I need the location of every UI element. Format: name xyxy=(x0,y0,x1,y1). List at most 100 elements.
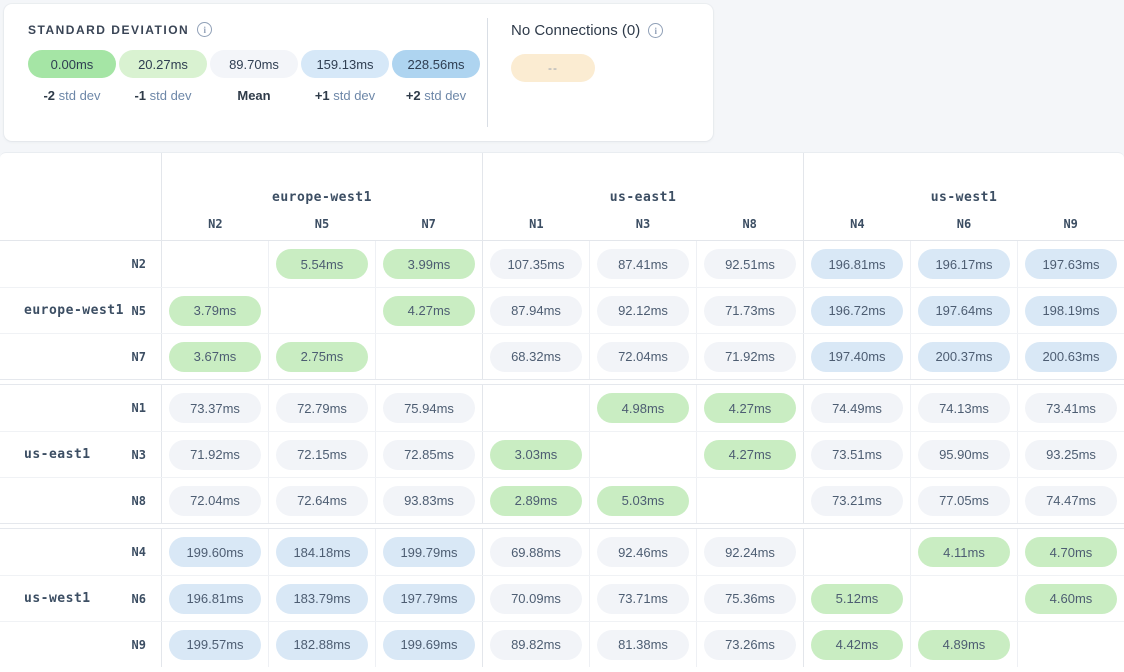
column-group-header: us-west1N4N6N9 xyxy=(803,153,1124,240)
latency-pill[interactable]: 4.11ms xyxy=(918,537,1010,567)
node-row-label[interactable]: N2 xyxy=(132,257,161,271)
latency-pill[interactable]: 69.88ms xyxy=(490,537,582,567)
latency-pill[interactable]: 72.04ms xyxy=(169,486,261,516)
region-column-label: us-west1 xyxy=(804,153,1124,209)
latency-pill[interactable]: 184.18ms xyxy=(276,537,368,567)
latency-pill[interactable]: 73.71ms xyxy=(597,584,689,614)
latency-pill[interactable]: 4.60ms xyxy=(1025,584,1117,614)
latency-cell: 198.19ms xyxy=(1017,288,1124,333)
node-row-label[interactable]: N9 xyxy=(132,638,161,652)
latency-pill[interactable]: 70.09ms xyxy=(490,584,582,614)
node-row-label[interactable]: N3 xyxy=(132,448,161,462)
latency-pill[interactable]: 3.67ms xyxy=(169,342,261,372)
node-column-label[interactable]: N7 xyxy=(375,209,482,231)
latency-pill[interactable]: 2.89ms xyxy=(490,486,582,516)
node-row-label[interactable]: N8 xyxy=(132,494,161,508)
latency-cell: 73.41ms xyxy=(1017,385,1124,431)
node-row-label[interactable]: N1 xyxy=(132,401,161,415)
latency-pill[interactable]: 71.73ms xyxy=(704,296,796,326)
latency-pill[interactable]: 198.19ms xyxy=(1025,296,1117,326)
node-column-label[interactable]: N9 xyxy=(1017,209,1124,231)
latency-pill[interactable]: 93.25ms xyxy=(1025,440,1117,470)
latency-pill[interactable]: 196.72ms xyxy=(811,296,903,326)
latency-pill[interactable]: 74.49ms xyxy=(811,393,903,423)
latency-pill[interactable]: 197.64ms xyxy=(918,296,1010,326)
latency-pill[interactable]: 199.69ms xyxy=(383,630,475,660)
latency-pill[interactable]: 199.79ms xyxy=(383,537,475,567)
column-group-header: us-east1N1N3N8 xyxy=(482,153,803,240)
latency-pill[interactable]: 4.27ms xyxy=(383,296,475,326)
latency-pill[interactable]: 197.63ms xyxy=(1025,249,1117,279)
latency-pill[interactable]: 71.92ms xyxy=(704,342,796,372)
latency-pill[interactable]: 75.36ms xyxy=(704,584,796,614)
latency-pill[interactable]: 4.70ms xyxy=(1025,537,1117,567)
latency-pill[interactable]: 87.94ms xyxy=(490,296,582,326)
latency-pill[interactable]: 72.79ms xyxy=(276,393,368,423)
latency-pill[interactable]: 5.12ms xyxy=(811,584,903,614)
latency-pill[interactable]: 77.05ms xyxy=(918,486,1010,516)
node-column-label[interactable]: N2 xyxy=(162,209,269,231)
latency-pill[interactable]: 74.47ms xyxy=(1025,486,1117,516)
node-column-label[interactable]: N4 xyxy=(804,209,911,231)
latency-pill[interactable]: 73.21ms xyxy=(811,486,903,516)
latency-pill[interactable]: 71.92ms xyxy=(169,440,261,470)
latency-pill[interactable]: 92.46ms xyxy=(597,537,689,567)
latency-pill[interactable]: 3.79ms xyxy=(169,296,261,326)
latency-pill[interactable]: 4.98ms xyxy=(597,393,689,423)
row-header: europe-west1N5 xyxy=(0,288,161,333)
latency-pill[interactable]: 87.41ms xyxy=(597,249,689,279)
latency-pill[interactable]: 95.90ms xyxy=(918,440,1010,470)
node-column-label[interactable]: N8 xyxy=(696,209,803,231)
latency-pill[interactable]: 2.75ms xyxy=(276,342,368,372)
latency-pill[interactable]: 5.54ms xyxy=(276,249,368,279)
node-column-label[interactable]: N3 xyxy=(590,209,697,231)
latency-pill[interactable]: 73.41ms xyxy=(1025,393,1117,423)
latency-pill[interactable]: 81.38ms xyxy=(597,630,689,660)
latency-pill[interactable]: 4.42ms xyxy=(811,630,903,660)
latency-pill[interactable]: 75.94ms xyxy=(383,393,475,423)
latency-pill[interactable]: 93.83ms xyxy=(383,486,475,516)
std-dev-info-icon[interactable]: i xyxy=(197,22,212,37)
latency-pill[interactable]: 183.79ms xyxy=(276,584,368,614)
latency-pill[interactable]: 200.63ms xyxy=(1025,342,1117,372)
latency-pill[interactable]: 182.88ms xyxy=(276,630,368,660)
latency-pill[interactable]: 72.15ms xyxy=(276,440,368,470)
latency-pill[interactable]: 89.82ms xyxy=(490,630,582,660)
latency-pill[interactable]: 92.12ms xyxy=(597,296,689,326)
latency-pill[interactable]: 4.27ms xyxy=(704,440,796,470)
node-row-label[interactable]: N6 xyxy=(132,592,161,606)
latency-pill[interactable]: 196.17ms xyxy=(918,249,1010,279)
latency-pill[interactable]: 197.79ms xyxy=(383,584,475,614)
latency-pill[interactable]: 92.24ms xyxy=(704,537,796,567)
latency-pill[interactable]: 3.99ms xyxy=(383,249,475,279)
latency-pill[interactable]: 72.85ms xyxy=(383,440,475,470)
node-column-label[interactable]: N1 xyxy=(483,209,590,231)
latency-pill[interactable]: 72.04ms xyxy=(597,342,689,372)
node-column-label[interactable]: N5 xyxy=(269,209,376,231)
latency-pill[interactable]: 107.35ms xyxy=(490,249,582,279)
latency-pill[interactable]: 200.37ms xyxy=(918,342,1010,372)
latency-pill[interactable]: 92.51ms xyxy=(704,249,796,279)
matrix-row: us-east1N371.92ms72.15ms72.85ms3.03ms4.2… xyxy=(0,431,1124,477)
latency-pill[interactable]: 68.32ms xyxy=(490,342,582,372)
latency-pill[interactable]: 196.81ms xyxy=(169,584,261,614)
latency-pill[interactable]: 73.51ms xyxy=(811,440,903,470)
latency-pill[interactable]: 73.26ms xyxy=(704,630,796,660)
node-row-label[interactable]: N7 xyxy=(132,350,161,364)
latency-pill[interactable]: 5.03ms xyxy=(597,486,689,516)
node-row-label[interactable]: N4 xyxy=(132,545,161,559)
latency-pill[interactable]: 4.89ms xyxy=(918,630,1010,660)
latency-pill[interactable]: 74.13ms xyxy=(918,393,1010,423)
latency-pill[interactable]: 197.40ms xyxy=(811,342,903,372)
latency-pill[interactable]: 199.60ms xyxy=(169,537,261,567)
latency-pill[interactable]: 199.57ms xyxy=(169,630,261,660)
latency-pill[interactable]: 73.37ms xyxy=(169,393,261,423)
latency-pill[interactable]: 4.27ms xyxy=(704,393,796,423)
node-row-label[interactable]: N5 xyxy=(132,304,161,318)
no-connections-info-icon[interactable]: i xyxy=(648,23,663,38)
latency-cell: 87.41ms xyxy=(589,241,696,287)
latency-pill[interactable]: 196.81ms xyxy=(811,249,903,279)
latency-pill[interactable]: 3.03ms xyxy=(490,440,582,470)
latency-pill[interactable]: 72.64ms xyxy=(276,486,368,516)
node-column-label[interactable]: N6 xyxy=(911,209,1018,231)
